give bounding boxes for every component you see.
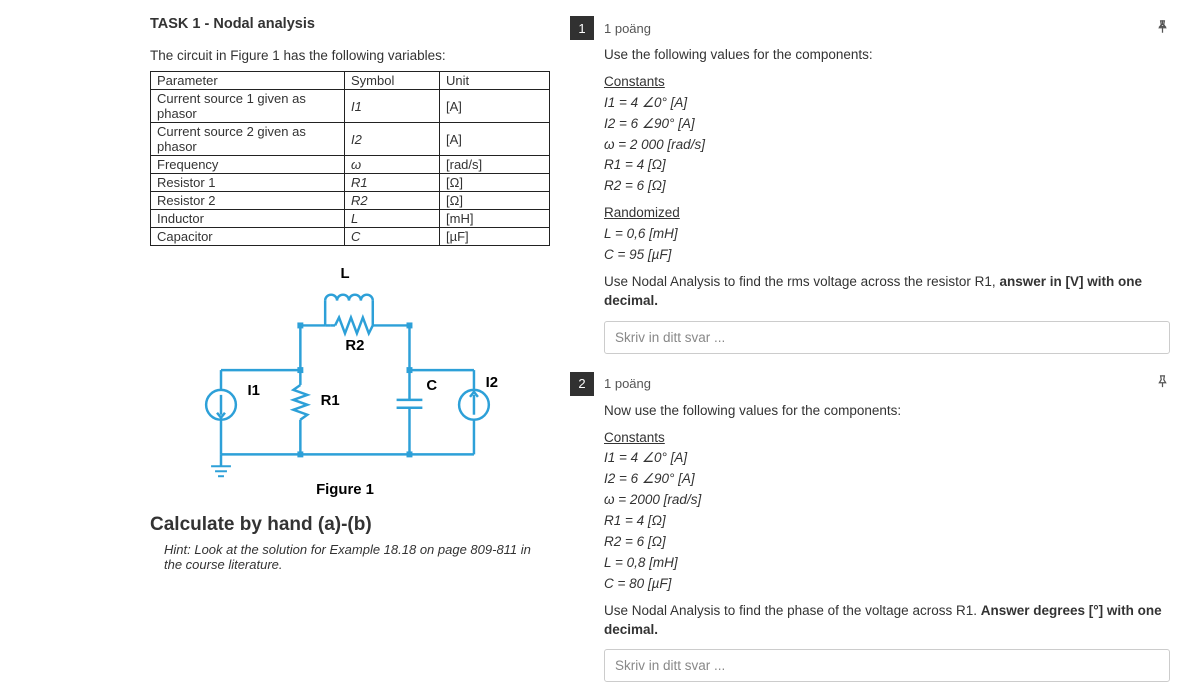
- answer-input-2[interactable]: [604, 649, 1170, 682]
- answer-input-1[interactable]: [604, 321, 1170, 354]
- hint-text: Hint: Look at the solution for Example 1…: [150, 542, 540, 572]
- th-param: Parameter: [151, 72, 345, 90]
- circuit-figure: L R2 I1 R1 C I2 I2 Figure 1: [175, 256, 515, 504]
- pin-icon[interactable]: [1155, 19, 1170, 38]
- table-row: Current source 2 given as phasorI2[A]: [151, 123, 550, 156]
- q2-prompt: Use Nodal Analysis to find the phase of …: [604, 602, 1170, 640]
- table-row: Resistor 1R1[Ω]: [151, 174, 550, 192]
- question-1: 1 1 poäng Use the following values for t…: [570, 16, 1170, 354]
- label-R2: R2: [345, 338, 364, 354]
- constants-heading: Constants: [604, 74, 665, 89]
- questions-panel: 1 1 poäng Use the following values for t…: [560, 0, 1200, 660]
- q1-intro: Use the following values for the compone…: [604, 46, 1170, 65]
- question-number: 2: [570, 372, 594, 396]
- task-panel: TASK 1 - Nodal analysis The circuit in F…: [0, 0, 560, 660]
- table-row: Frequencyω[rad/s]: [151, 156, 550, 174]
- parameter-table: Parameter Symbol Unit Current source 1 g…: [150, 71, 550, 246]
- q2-intro: Now use the following values for the com…: [604, 402, 1170, 421]
- task-title: TASK 1 - Nodal analysis: [150, 16, 540, 32]
- label-I2: I2: [486, 375, 498, 391]
- th-symbol: Symbol: [345, 72, 440, 90]
- table-row: Resistor 2R2[Ω]: [151, 192, 550, 210]
- question-points: 1 poäng: [604, 21, 651, 36]
- question-points: 1 poäng: [604, 376, 651, 391]
- circuit-svg: L R2 I1 R1 C I2 I2 Figure 1: [175, 256, 515, 504]
- q1-prompt: Use Nodal Analysis to find the rms volta…: [604, 273, 1170, 311]
- label-I1: I1: [248, 383, 260, 399]
- label-L: L: [340, 266, 349, 282]
- question-number: 1: [570, 16, 594, 40]
- question-2: 2 1 poäng Now use the following values f…: [570, 372, 1170, 682]
- calculate-heading: Calculate by hand (a)-(b): [150, 514, 540, 536]
- pin-icon[interactable]: [1155, 374, 1170, 393]
- table-row: Current source 1 given as phasorI1[A]: [151, 90, 550, 123]
- figure-caption: Figure 1: [316, 482, 374, 498]
- task-intro: The circuit in Figure 1 has the followin…: [150, 48, 540, 63]
- label-R1: R1: [321, 393, 340, 409]
- th-unit: Unit: [440, 72, 550, 90]
- label-C: C: [426, 378, 437, 394]
- constants-heading: Constants: [604, 430, 665, 445]
- table-row: InductorL[mH]: [151, 210, 550, 228]
- table-row: CapacitorC[µF]: [151, 228, 550, 246]
- randomized-heading: Randomized: [604, 205, 680, 220]
